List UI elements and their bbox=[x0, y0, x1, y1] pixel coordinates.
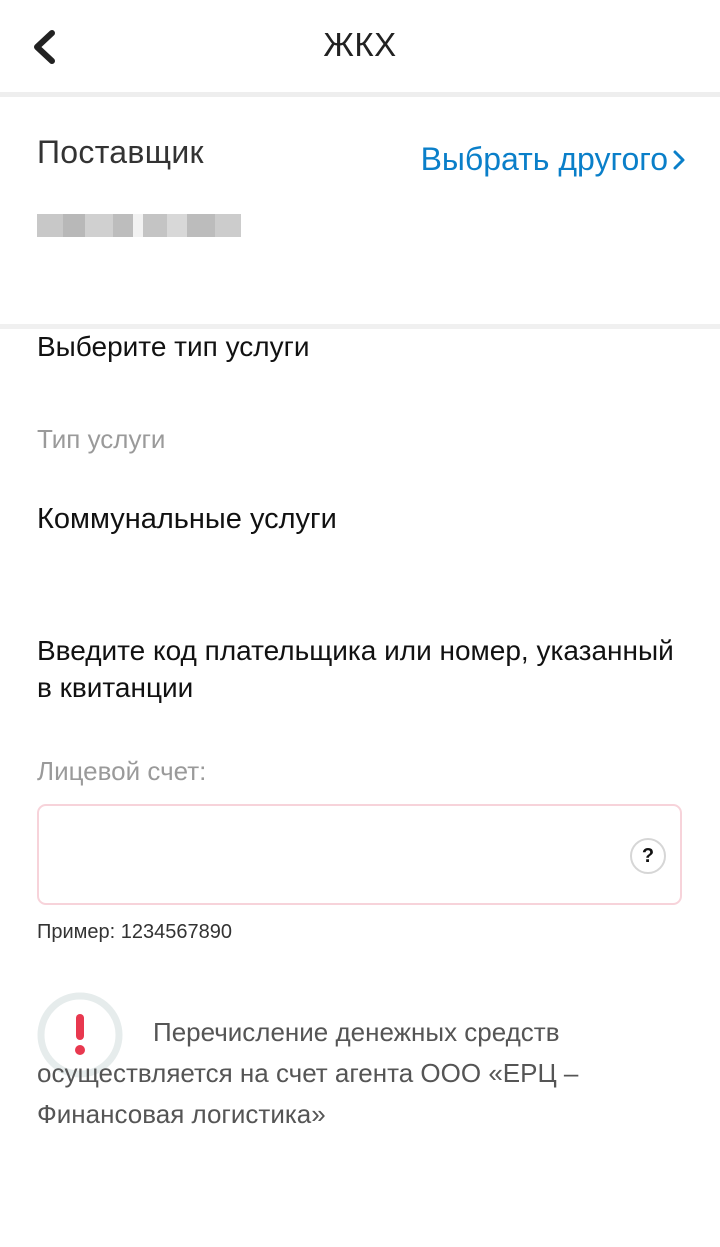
account-number-input[interactable] bbox=[53, 806, 617, 905]
account-example-hint: Пример: 1234567890 bbox=[37, 921, 233, 943]
payer-code-section-title: Введите код плательщика или номер, указа… bbox=[37, 635, 674, 703]
section-divider bbox=[0, 324, 720, 329]
service-section-title: Выберите тип услуги bbox=[37, 331, 310, 362]
help-question-button[interactable]: ? bbox=[630, 838, 666, 874]
chevron-right-icon bbox=[673, 150, 685, 169]
page-title: ЖКХ bbox=[323, 26, 397, 63]
supplier-name-redacted bbox=[37, 214, 241, 237]
service-type-label: Тип услуги bbox=[37, 424, 166, 454]
account-input-container: ? bbox=[37, 804, 682, 905]
header-divider bbox=[0, 92, 720, 97]
choose-other-supplier-link[interactable]: Выбрать другого bbox=[421, 141, 686, 178]
supplier-label: Поставщик bbox=[37, 134, 204, 170]
agent-notice-text: Перечисление денежных средств осуществля… bbox=[37, 1017, 579, 1129]
app-header: ЖКХ bbox=[0, 0, 720, 93]
account-field-label: Лицевой счет: bbox=[37, 756, 207, 786]
service-type-value[interactable]: Коммунальные услуги bbox=[37, 503, 337, 536]
choose-other-label: Выбрать другого bbox=[420, 141, 668, 177]
